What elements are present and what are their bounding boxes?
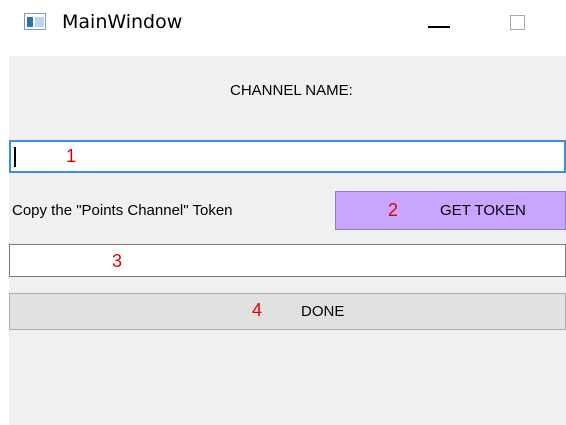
app-icon-pane-right bbox=[35, 17, 44, 27]
get-token-button[interactable]: GET TOKEN bbox=[335, 191, 566, 230]
annotation-marker-2: 2 bbox=[388, 200, 399, 220]
maximize-icon bbox=[510, 15, 525, 30]
copy-token-instruction: Copy the "Points Channel" Token bbox=[12, 202, 233, 219]
window-client-area bbox=[9, 56, 566, 425]
minimize-button[interactable] bbox=[416, 6, 462, 42]
annotation-marker-4: 4 bbox=[252, 300, 263, 320]
done-button[interactable]: DONE bbox=[9, 293, 566, 330]
minimize-icon bbox=[428, 26, 450, 28]
app-window-icon bbox=[24, 13, 46, 30]
annotation-marker-1: 1 bbox=[66, 146, 77, 166]
channel-name-input[interactable] bbox=[9, 140, 566, 173]
get-token-label: GET TOKEN bbox=[440, 202, 526, 219]
token-input[interactable] bbox=[9, 244, 566, 277]
done-label: DONE bbox=[301, 303, 345, 320]
window-title: MainWindow bbox=[62, 11, 183, 33]
annotation-marker-3: 3 bbox=[112, 251, 123, 271]
title-bar[interactable]: MainWindow bbox=[0, 0, 566, 48]
text-caret bbox=[14, 147, 16, 167]
channel-name-label: CHANNEL NAME: bbox=[230, 82, 353, 99]
maximize-button[interactable] bbox=[494, 6, 540, 42]
app-icon-pane-left bbox=[27, 17, 33, 27]
